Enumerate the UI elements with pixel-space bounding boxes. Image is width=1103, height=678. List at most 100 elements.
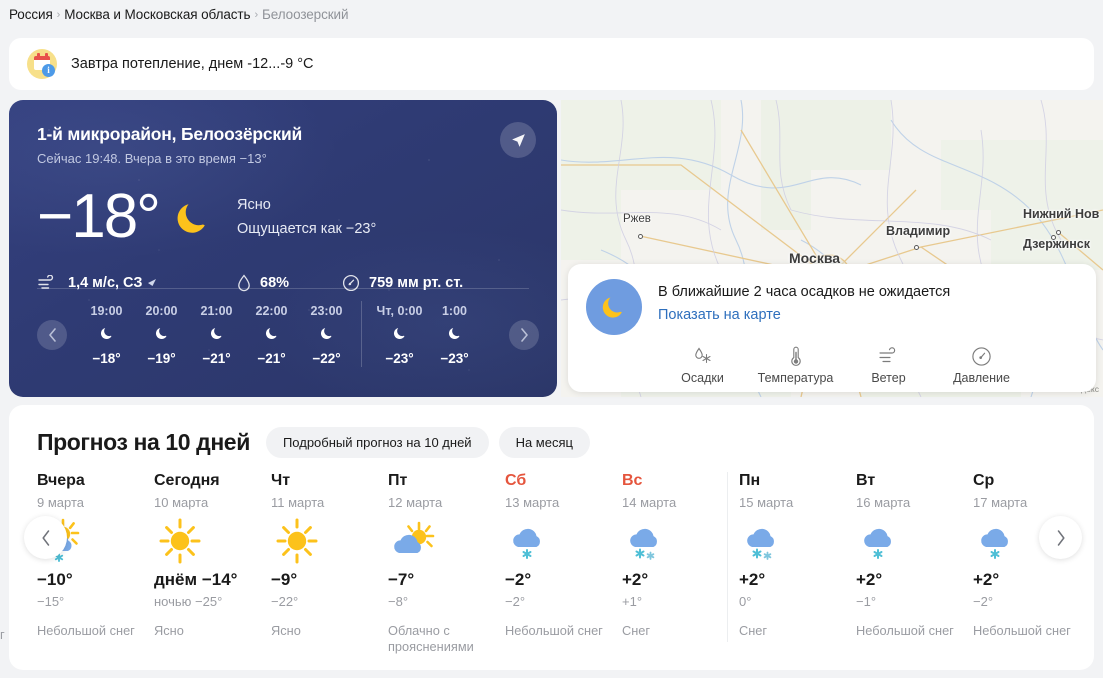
map-city-dot — [914, 245, 919, 250]
month-forecast-chip[interactable]: На месяц — [498, 427, 590, 458]
forecast-day[interactable]: Ср 17 марта +2° −2° Небольшой снег — [973, 472, 1090, 655]
notice-banner[interactable]: i Завтра потепление, днем -12...-9 °C — [9, 38, 1094, 90]
hour-cell[interactable]: 1:00 −23° — [427, 304, 482, 366]
day-condition: Небольшой снег — [37, 623, 135, 638]
hour-temp: −21° — [257, 351, 286, 366]
map-tab-precipitation[interactable]: Осадки — [656, 343, 749, 385]
day-condition: Небольшой снег — [973, 623, 1071, 638]
forecast-header: Прогноз на 10 дней Подробный прогноз на … — [9, 405, 1094, 458]
day-date: 15 марта — [739, 495, 794, 510]
day-condition: Ясно — [271, 623, 301, 638]
forecast-days: Вчера 9 марта −10° −15° Небольшой снег С… — [9, 472, 1094, 655]
map-city-label: Нижний Нов — [1023, 207, 1100, 221]
hour-cell[interactable]: 19:00 −18° — [79, 304, 134, 366]
map-panel-top: В ближайшие 2 часа осадков не ожидается … — [586, 279, 1078, 335]
sun-icon — [271, 510, 388, 568]
day-temp-low: −2° — [973, 594, 994, 609]
breadcrumb: Россия › Москва и Московская область › Белоо… — [9, 7, 349, 22]
map-tab-label: Ветер — [871, 371, 906, 385]
map-panel-texts: В ближайшие 2 часа осадков не ожидается … — [658, 279, 950, 335]
condition-block: Ясно Ощущается как −23° — [237, 197, 376, 237]
hour-time: 21:00 — [200, 304, 233, 318]
cloud-snow2-icon — [739, 510, 856, 568]
forecast-day[interactable]: Вт 16 марта +2° −1° Небольшой снег — [856, 472, 973, 655]
day-name: Вс — [622, 472, 643, 489]
day-date: 10 марта — [154, 495, 209, 510]
barometer-icon — [342, 274, 360, 292]
map-city-label: Ржев — [623, 213, 651, 225]
hour-time: 22:00 — [255, 304, 288, 318]
hour-cell[interactable]: 21:00 −21° — [189, 304, 244, 366]
forecast-day[interactable]: Сегодня 10 марта днём −14° ночью −25° Яс… — [154, 472, 271, 655]
day-name: Ср — [973, 472, 995, 489]
map-tab-label: Температура — [757, 371, 834, 385]
map-layer-tabs: Осадки Температура Ветер Давление — [586, 343, 1078, 385]
hour-temp: −22° — [312, 351, 341, 366]
clipped-day-fragment: г — [0, 627, 5, 642]
day-name: Сегодня — [154, 472, 220, 489]
hour-time: 19:00 — [90, 304, 123, 318]
map-tab-temperature[interactable]: Температура — [749, 343, 842, 385]
metric-humidity: 68% — [237, 274, 342, 292]
notice-text: Завтра потепление, днем -12...-9 °C — [71, 56, 314, 72]
hour-cell[interactable]: 23:00 −22° — [299, 304, 354, 366]
metrics-row: 1,4 м/с, СЗ 68% 759 мм рт. ст. — [37, 274, 529, 292]
moon-icon — [79, 325, 134, 346]
moon-icon — [299, 325, 354, 346]
card-divider — [37, 288, 529, 289]
current-weather-card: 1-й микрорайон, Белоозёрский Сейчас 19:4… — [9, 100, 557, 397]
hour-time: 23:00 — [310, 304, 343, 318]
hour-temp: −23° — [440, 351, 469, 366]
day-temp-high: +2° — [739, 570, 766, 589]
day-date: 17 марта — [973, 495, 1028, 510]
forecast-day[interactable]: Пт 12 марта −7° −8° Облачно с прояснения… — [388, 472, 505, 655]
forecast-day[interactable]: Вс 14 марта +2° +1° Снег — [622, 472, 739, 655]
forecast-day[interactable]: Пн 15 марта +2° 0° Снег — [727, 472, 856, 655]
moon-icon — [244, 325, 299, 346]
forecast-day[interactable]: Сб 13 марта −2° −2° Небольшой снег — [505, 472, 622, 655]
moon-circle-icon — [586, 279, 642, 335]
forecast-day[interactable]: Чт 11 марта −9° −22° Ясно — [271, 472, 388, 655]
barometer-icon — [935, 343, 1028, 369]
breadcrumb-item-region[interactable]: Москва и Московская область — [64, 7, 250, 22]
day-date: 9 марта — [37, 495, 84, 510]
map-panel-title: В ближайшие 2 часа осадков не ожидается — [658, 284, 951, 300]
breadcrumb-item-country[interactable]: Россия — [9, 7, 53, 22]
chevron-left-icon[interactable] — [37, 320, 67, 350]
forecast-prev-button[interactable] — [24, 516, 67, 559]
hour-time: Чт, 0:00 — [376, 304, 423, 318]
day-temp-low: −2° — [505, 594, 526, 609]
moon-icon — [189, 325, 244, 346]
cloud-snow-icon — [505, 510, 622, 568]
breadcrumb-item-city: Белоозерский — [262, 7, 349, 22]
breadcrumb-separator: › — [56, 9, 61, 21]
hour-temp: −23° — [385, 351, 414, 366]
feels-like-text: Ощущается как −23° — [236, 221, 377, 237]
map-tab-wind[interactable]: Ветер — [842, 343, 935, 385]
wind-icon — [842, 343, 935, 369]
day-temp-low: −8° — [388, 594, 409, 609]
day-name: Чт — [271, 472, 291, 489]
day-condition: Снег — [739, 623, 768, 638]
moon-icon — [171, 195, 215, 244]
map-tab-pressure[interactable]: Давление — [935, 343, 1028, 385]
hour-cell[interactable]: 22:00 −21° — [244, 304, 299, 366]
day-temp-high: днём −14° — [154, 570, 238, 589]
hour-cell[interactable]: Чт, 0:00 −23° — [361, 301, 427, 367]
map-city-dot — [638, 234, 643, 239]
chevron-right-icon[interactable] — [509, 320, 539, 350]
forecast-next-button[interactable] — [1039, 516, 1082, 559]
day-condition: Облачно с прояснениями — [388, 623, 474, 654]
thermometer-icon — [749, 343, 842, 369]
forecast-day[interactable]: Вчера 9 марта −10° −15° Небольшой снег — [37, 472, 154, 655]
day-temp-low: 0° — [739, 594, 752, 609]
detailed-forecast-chip[interactable]: Подробный прогноз на 10 дней — [265, 427, 489, 458]
forecast-title: Прогноз на 10 дней — [37, 429, 250, 455]
breadcrumb-separator: › — [254, 9, 259, 21]
hour-cell[interactable]: 20:00 −19° — [134, 304, 189, 366]
current-temperature: −18° — [37, 182, 161, 251]
day-temp-low: −22° — [271, 594, 299, 609]
day-name: Пн — [739, 472, 761, 489]
show-on-map-link[interactable]: Показать на карте — [658, 307, 950, 323]
day-name: Вчера — [37, 472, 85, 489]
